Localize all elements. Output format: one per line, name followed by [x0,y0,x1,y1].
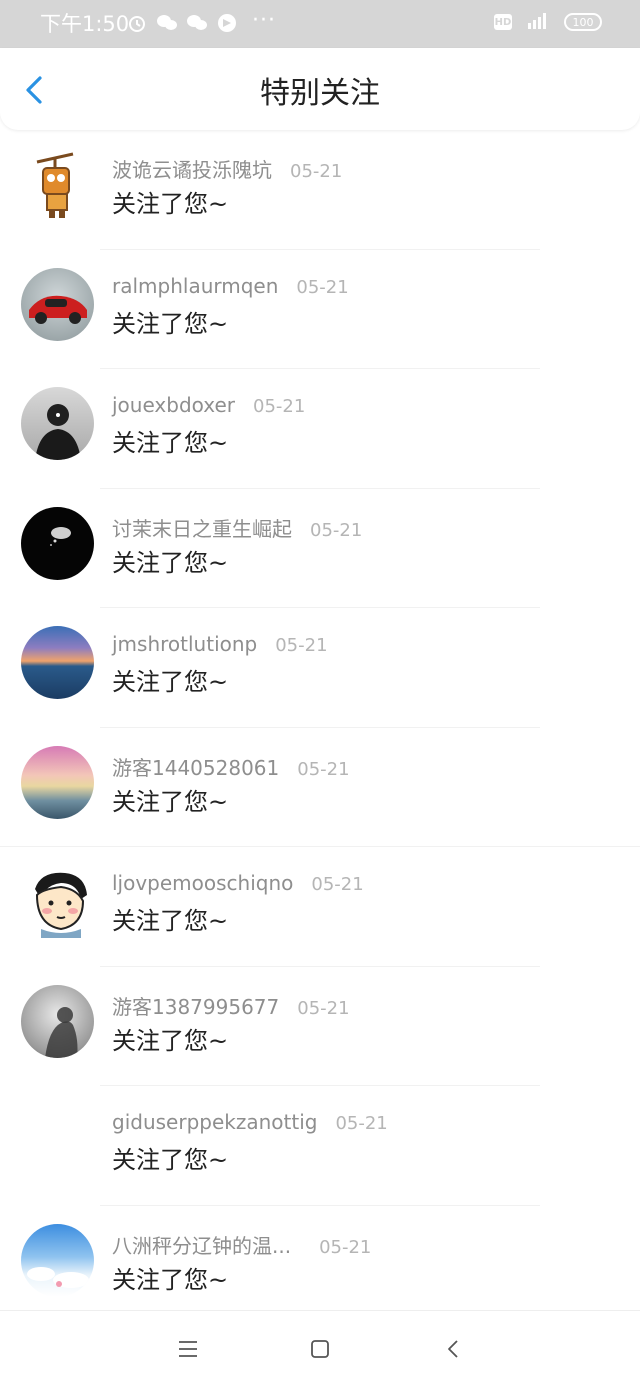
follow-list: 波诡云谲投泺隗坑 05-21 关注了您~ ralmphlaurmqen 05-2… [0,130,640,1325]
robot-avatar [21,148,94,221]
header: 特别关注 [0,48,640,130]
list-item[interactable]: ralmphlaurmqen 05-21 关注了您~ [0,250,640,369]
person-avatar [21,387,94,460]
list-item[interactable]: 波诡云谲投泺隗坑 05-21 关注了您~ [0,130,640,250]
follow-message: 关注了您~ [112,1026,229,1055]
status-bar: 下午1:50 ··· HD 100 [0,0,640,48]
blue-sky-avatar [21,1223,94,1297]
user-name: ljovpemooschiqno [112,871,294,895]
battery-icon: 100 [564,13,602,31]
user-name: 波诡云谲投泺隗坑 [112,158,272,182]
follow-message: 关注了您~ [112,787,229,816]
follow-date: 05-21 [253,396,306,417]
follow-message: 关注了您~ [112,1146,229,1174]
list-item[interactable]: ljovpemooschiqno 05-21 关注了您~ [0,847,640,967]
follow-date: 05-21 [275,635,328,656]
page-title: 特别关注 [260,76,380,111]
follow-message: 关注了您~ [112,907,229,935]
user-name: 游客1387995677 [112,994,280,1019]
follow-message: 关注了您~ [112,190,229,218]
menu-button[interactable] [176,1337,200,1361]
follow-message: 关注了您~ [112,548,229,577]
follow-date: 05-21 [335,1113,388,1134]
status-time: 下午1:50 [40,12,130,36]
follow-date: 05-21 [297,997,350,1019]
signal-4g-icon [522,11,554,33]
follow-date: 05-21 [319,1236,372,1258]
system-nav-bar [0,1310,640,1388]
menu-icon [179,1341,197,1357]
user-name: 讨茉末日之重生崛起 [112,516,292,541]
back-triangle-icon [448,1340,458,1358]
status-icons-right: HD 100 [494,11,602,33]
user-name: 游客1440528061 [112,755,280,780]
follow-date: 05-21 [290,161,343,182]
user-name: giduserppekzanottig [112,1110,318,1134]
alarm-icon [126,12,148,34]
hd-icon: HD [494,14,512,30]
follow-message: 关注了您~ [112,429,229,457]
follow-message: 关注了您~ [112,668,229,696]
status-more: ··· [252,8,276,33]
list-item[interactable]: jmshrotlutionp 05-21 关注了您~ [0,608,640,728]
list-item[interactable]: 游客1387995677 05-21 关注了您~ [0,967,640,1086]
red-car-avatar [21,267,94,341]
home-button[interactable] [308,1337,332,1361]
status-icons-left [126,12,238,34]
list-item[interactable]: giduserppekzanottig 05-21 关注了您~ [0,1086,640,1206]
user-name: jouexbdoxer [112,393,236,417]
sunset-avatar [21,626,94,699]
follow-message: 关注了您~ [112,1265,229,1294]
follow-date: 05-21 [297,758,350,780]
app-icon [216,12,238,34]
list-item[interactable]: 游客1440528061 05-21 关注了您~ [0,728,640,847]
list-item[interactable]: jouexbdoxer 05-21 关注了您~ [0,369,640,489]
follow-date: 05-21 [296,276,349,298]
follow-date: 05-21 [311,874,364,895]
user-name: 八洲秤分辽钟的温... [112,1233,292,1258]
follow-message: 关注了您~ [112,309,229,338]
pink-sky-avatar [21,745,94,819]
wechat-icon [186,12,208,34]
misty-avatar [21,984,94,1058]
back-nav-button[interactable] [442,1337,466,1361]
blank-avatar [21,1104,94,1177]
dark-avatar [21,506,94,580]
wechat-icon [156,12,178,34]
list-item[interactable]: 八洲秤分辽钟的温... 05-21 关注了您~ [0,1206,640,1326]
cartoon-face-avatar [21,865,94,938]
home-square-icon [311,1340,329,1358]
user-name: jmshrotlutionp [112,632,258,656]
follow-date: 05-21 [310,519,363,541]
list-item[interactable]: 讨茉末日之重生崛起 05-21 关注了您~ [0,489,640,608]
user-name: ralmphlaurmqen [112,273,279,298]
